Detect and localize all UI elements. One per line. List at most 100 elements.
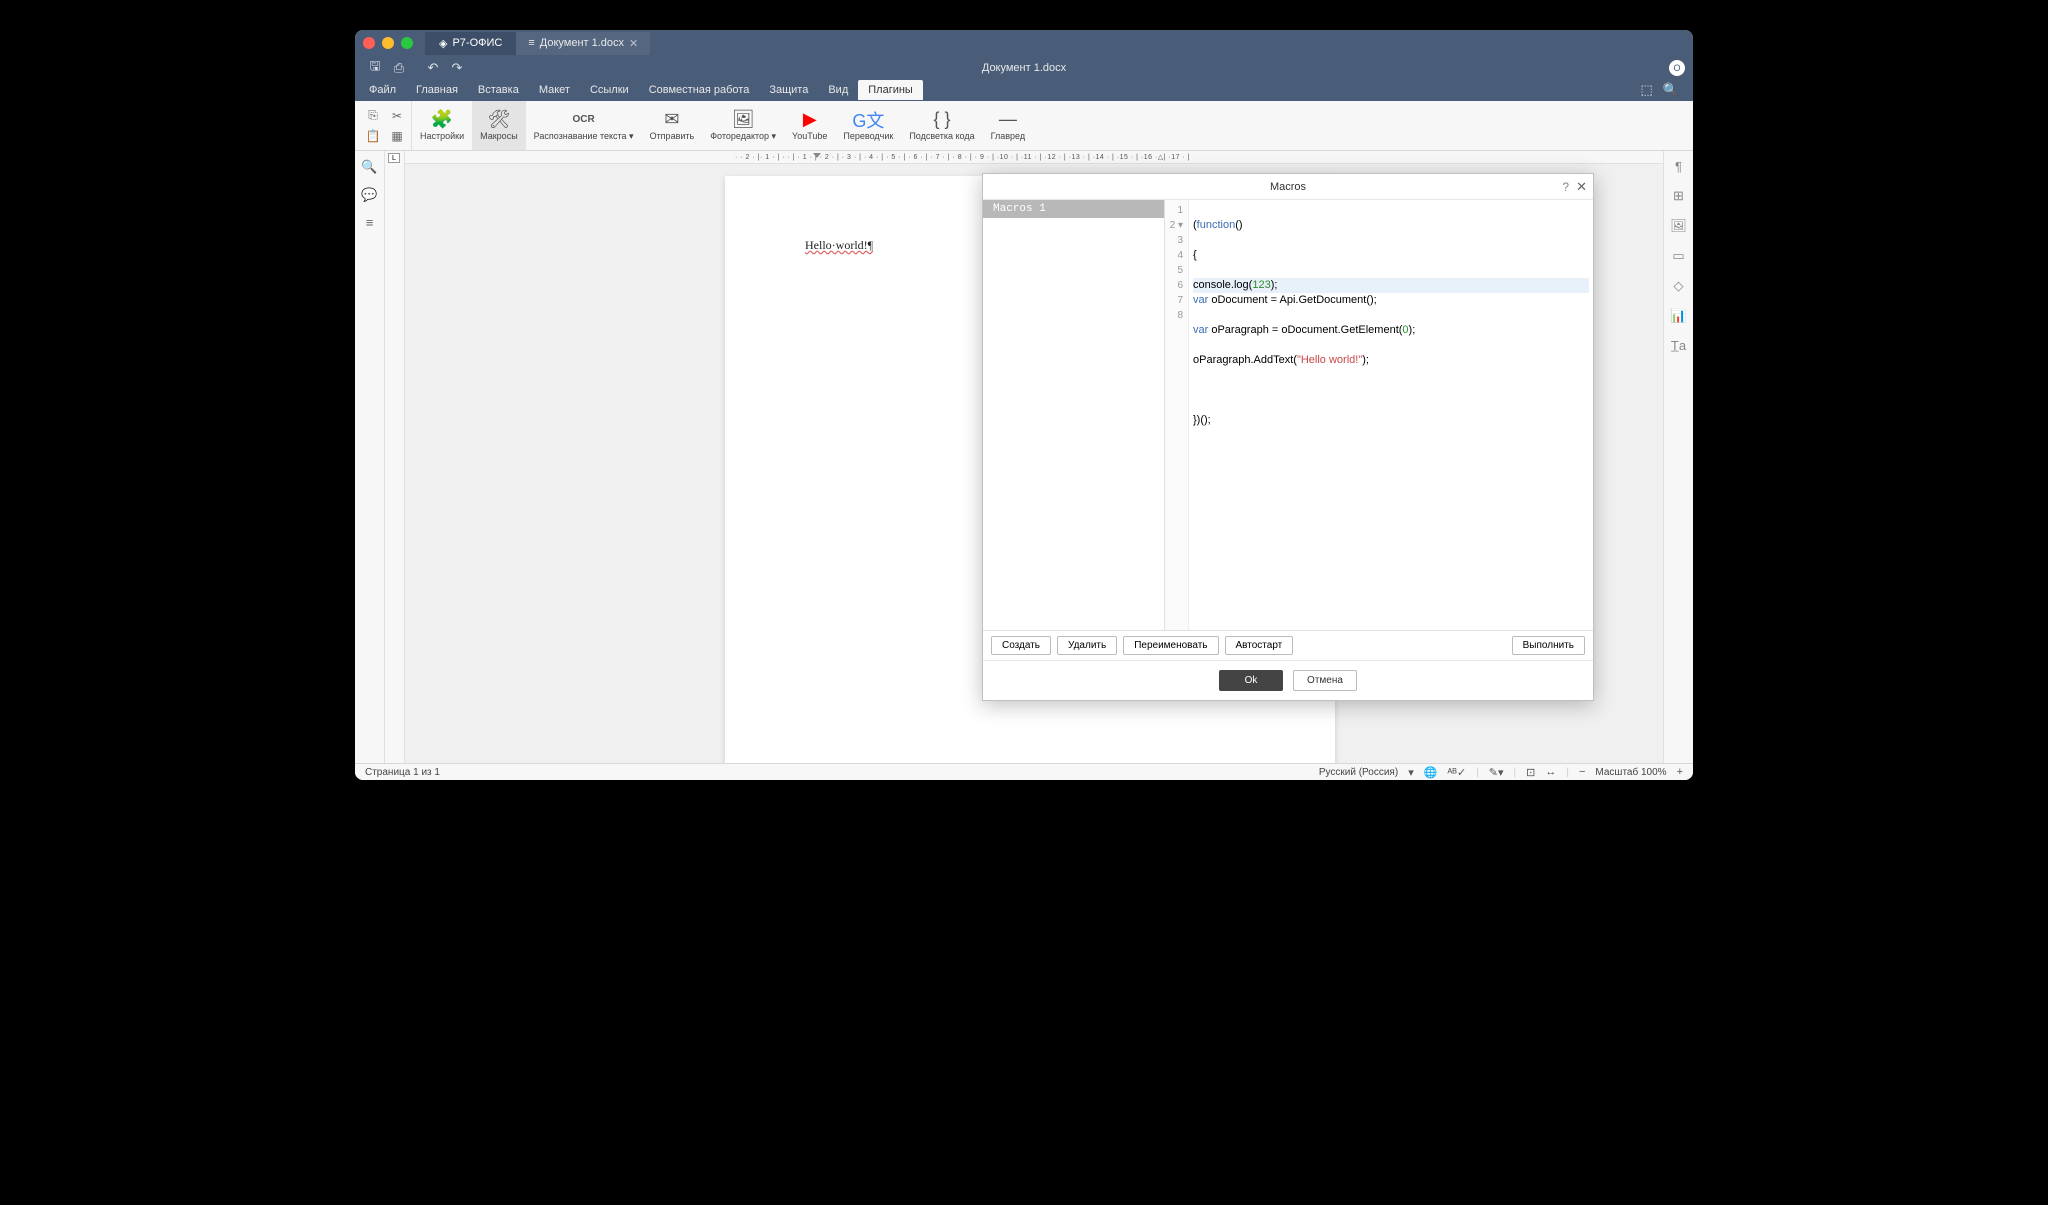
menu-file[interactable]: Файл [359, 80, 406, 100]
tab-selector-icon[interactable]: L [388, 153, 400, 163]
page-indicator[interactable]: Страница 1 из 1 [365, 767, 440, 778]
close-tab-icon[interactable]: ✕ [629, 37, 638, 50]
run-button[interactable]: Выполнить [1512, 636, 1585, 655]
rename-button[interactable]: Переименовать [1123, 636, 1218, 655]
app-tab[interactable]: ◈ Р7-ОФИС [425, 32, 516, 55]
find-icon[interactable]: 🔍 [361, 159, 377, 175]
copy-icon[interactable]: ⎘ [365, 108, 381, 124]
ribbon-glavred-label: Главред [991, 132, 1025, 142]
textart-settings-icon[interactable]: T̲a [1671, 338, 1686, 353]
code-line: var oDocument = Api.GetDocument(); [1193, 293, 1589, 308]
spellcheck-icon[interactable]: ᴬᴮ✓ [1447, 766, 1466, 779]
right-sidebar: ¶ ⊞ 🖼 ▭ ◇ 📊 T̲a [1663, 151, 1693, 763]
ribbon-highlight[interactable]: { } Подсветка кода [901, 101, 982, 150]
save-icon[interactable]: 🖫 [363, 57, 387, 79]
open-location-icon[interactable]: ⬚ [1641, 82, 1653, 98]
ribbon-photoeditor[interactable]: 🖼 Фоторедактор ▾ [702, 101, 784, 150]
ribbon-ocr[interactable]: OCR Распознавание текста ▾ [526, 101, 642, 150]
ribbon-plugins-group: 🧩 Настройки 🛠 Макросы OCR Распознавание … [412, 101, 1033, 150]
headings-icon[interactable]: ≡ [366, 215, 374, 230]
doc-icon: ≡ [528, 37, 534, 49]
ribbon-macros-label: Макросы [480, 132, 518, 142]
braces-icon: { } [933, 110, 950, 130]
zoom-in-icon[interactable]: + [1677, 766, 1683, 778]
globe-icon[interactable]: 🌐 [1424, 766, 1438, 779]
menu-plugins[interactable]: Плагины [858, 80, 923, 100]
code-content[interactable]: (function() { console.log(123); var oDoc… [1189, 200, 1593, 630]
menu-home[interactable]: Главная [406, 80, 468, 100]
delete-button[interactable]: Удалить [1057, 636, 1117, 655]
left-sidebar: 🔍 💬 ≡ [355, 151, 385, 763]
window-controls [363, 37, 413, 49]
menu-insert[interactable]: Вставка [468, 80, 529, 100]
shape-settings-icon[interactable]: ◇ [1674, 278, 1684, 294]
ribbon-glavred[interactable]: — Главред [983, 101, 1033, 150]
chevron-down-icon[interactable]: ▾ [1408, 766, 1414, 779]
ribbon-ocr-label: Распознавание текста ▾ [534, 132, 634, 142]
ribbon-clipboard-group: ⎘ ✂ 📋 ▦ [359, 101, 412, 150]
ribbon-highlight-label: Подсветка кода [909, 132, 974, 142]
ok-button[interactable]: Ok [1219, 670, 1283, 691]
titlebar: ◈ Р7-ОФИС ≡ Документ 1.docx ✕ [355, 30, 1693, 56]
menu-protection[interactable]: Защита [759, 80, 818, 100]
dialog-body: Macros 1 1 2 ▾ 3 4 5 6 7 8 [983, 200, 1593, 630]
document-tab[interactable]: ≡ Документ 1.docx ✕ [516, 32, 650, 55]
main-area: 🔍 💬 ≡ L · · 2 · |· 1 · | · · | · 1 · | ·… [355, 151, 1693, 763]
ribbon-translator[interactable]: G文 Переводчик [835, 101, 901, 150]
document-title: Документ 1.docx [982, 62, 1066, 74]
table-settings-icon[interactable]: ⊞ [1673, 188, 1684, 204]
header-settings-icon[interactable]: ▭ [1672, 248, 1684, 264]
dialog-action-bar: Создать Удалить Переименовать Автостарт … [983, 630, 1593, 660]
macro-list: Macros 1 [983, 200, 1165, 630]
app-window: ◈ Р7-ОФИС ≡ Документ 1.docx ✕ 🖫 ⎙ ↶ ↷ До… [355, 30, 1693, 780]
menu-references[interactable]: Ссылки [580, 80, 639, 100]
youtube-icon: ▶ [803, 110, 817, 130]
code-line: (function() [1193, 218, 1589, 233]
maximize-window-icon[interactable] [401, 37, 413, 49]
menu-bar: Файл Главная Вставка Макет Ссылки Совмес… [355, 79, 1693, 101]
zoom-out-icon[interactable]: − [1579, 766, 1585, 778]
create-button[interactable]: Создать [991, 636, 1051, 655]
puzzle-icon: 🧩 [431, 110, 453, 130]
paragraph-settings-icon[interactable]: ¶ [1675, 159, 1682, 174]
cancel-button[interactable]: Отмена [1293, 670, 1357, 691]
code-editor[interactable]: 1 2 ▾ 3 4 5 6 7 8 (function() { console.… [1165, 200, 1593, 630]
print-icon[interactable]: ⎙ [387, 60, 411, 76]
ribbon-youtube[interactable]: ▶ YouTube [784, 101, 835, 150]
search-icon[interactable]: 🔍 [1663, 82, 1679, 98]
menu-layout[interactable]: Макет [529, 80, 580, 100]
comments-icon[interactable]: 💬 [361, 187, 377, 203]
ribbon-macros[interactable]: 🛠 Макросы [472, 101, 526, 150]
ribbon-photoeditor-label: Фоторедактор ▾ [710, 132, 776, 142]
horizontal-ruler[interactable]: · · 2 · |· 1 · | · · | · 1 · | · 2 · | ·… [405, 151, 1663, 164]
user-avatar-icon[interactable]: О [1669, 60, 1685, 76]
cut-icon[interactable]: ✂ [389, 108, 405, 124]
fit-width-icon[interactable]: ↔ [1545, 766, 1556, 778]
autostart-button[interactable]: Автостарт [1225, 636, 1294, 655]
menu-collaboration[interactable]: Совместная работа [639, 80, 760, 100]
dialog-help-icon[interactable]: ? [1562, 180, 1569, 194]
close-window-icon[interactable] [363, 37, 375, 49]
image-settings-icon[interactable]: 🖼 [1670, 218, 1687, 234]
ribbon-youtube-label: YouTube [792, 132, 827, 142]
language-label[interactable]: Русский (Россия) [1319, 767, 1398, 778]
redo-icon[interactable]: ↷ [445, 60, 469, 76]
trackchanges-icon[interactable]: ✎▾ [1489, 766, 1504, 779]
undo-icon[interactable]: ↶ [421, 60, 445, 76]
dialog-confirm-bar: Ok Отмена [983, 660, 1593, 700]
ribbon-settings[interactable]: 🧩 Настройки [412, 101, 472, 150]
fit-page-icon[interactable]: ⊡ [1526, 766, 1535, 779]
ribbon-send[interactable]: ✉ Отправить [642, 101, 703, 150]
macro-list-item[interactable]: Macros 1 [983, 200, 1164, 218]
menu-view[interactable]: Вид [818, 80, 858, 100]
select-all-icon[interactable]: ▦ [389, 128, 405, 144]
vertical-ruler: L [385, 151, 405, 763]
dialog-close-icon[interactable]: ✕ [1576, 179, 1587, 195]
chart-settings-icon[interactable]: 📊 [1670, 308, 1686, 324]
paste-icon[interactable]: 📋 [365, 128, 381, 144]
minimize-window-icon[interactable] [382, 37, 394, 49]
dialog-title-label: Macros [1270, 181, 1306, 193]
zoom-label[interactable]: Масштаб 100% [1595, 767, 1666, 778]
indent-marker-icon[interactable] [813, 153, 821, 161]
document-text[interactable]: Hello·world!¶ [805, 238, 873, 252]
